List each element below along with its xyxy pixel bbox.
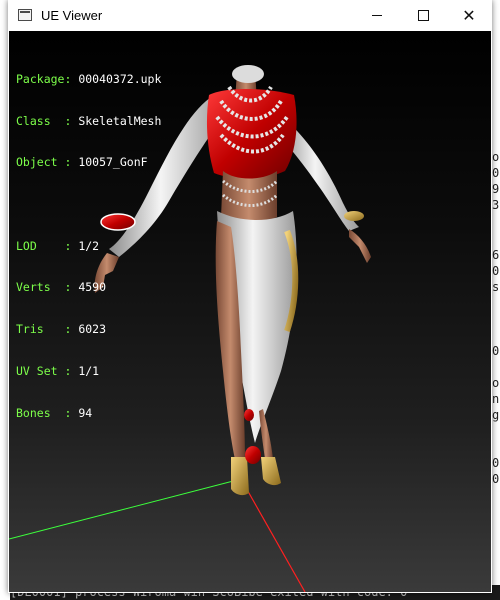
right-leg — [259, 409, 273, 459]
minimize-icon — [372, 15, 382, 17]
close-button[interactable]: ✕ — [446, 0, 492, 31]
console-fragment: 0 — [492, 472, 500, 486]
info-label: Bones : — [16, 405, 79, 420]
maximize-icon — [417, 10, 429, 22]
collar-piece — [232, 65, 264, 83]
left-sandal — [231, 457, 249, 496]
info-row: Bones : 94 — [16, 405, 161, 421]
right-bracelet — [344, 211, 364, 221]
red-ankle-ornament — [244, 409, 254, 421]
console-fragment: s — [492, 280, 500, 294]
app-window-icon — [18, 9, 32, 21]
console-fragment: 0 — [492, 344, 500, 358]
close-icon: ✕ — [462, 6, 476, 25]
info-value: 6023 — [78, 322, 107, 337]
info-value: 4590 — [78, 280, 107, 295]
console-fragment: n — [492, 392, 500, 406]
right-sandal — [261, 457, 281, 486]
title-bar[interactable]: UE Viewer ✕ — [8, 0, 492, 31]
info-label: Class : — [16, 113, 79, 128]
console-fragment: 0 — [492, 264, 500, 278]
info-label: Object : — [16, 155, 79, 170]
console-fragment: 0 — [492, 166, 500, 180]
console-fragment: 9 — [492, 182, 500, 196]
maximize-button[interactable] — [400, 0, 446, 31]
info-label: LOD : — [16, 238, 79, 253]
info-row: Tris : 6023 — [16, 322, 161, 337]
info-value: 1/1 — [78, 363, 100, 378]
info-label: UV Set : — [16, 363, 79, 378]
info-label: Verts : — [16, 280, 79, 295]
console-fragment: 3 — [492, 198, 500, 212]
console-fragment: o — [492, 150, 500, 164]
axis-x-line — [9, 478, 242, 540]
red-ankle-ornament — [245, 446, 261, 464]
axis-z-line — [240, 478, 306, 592]
info-label: Tris : — [16, 322, 79, 337]
info-row: LOD : 1/2 — [16, 238, 161, 254]
info-value: 94 — [78, 405, 93, 420]
3d-viewport[interactable]: Package: 00040372.upk Class : SkeletalMe… — [9, 31, 491, 592]
info-label: Package: — [16, 71, 79, 86]
console-fragment: 6 — [492, 248, 500, 262]
info-value: 00040372.upk — [78, 71, 162, 86]
console-fragment: 0 — [492, 456, 500, 470]
info-row: Verts : 4590 — [16, 280, 161, 295]
console-fragment: g — [492, 408, 500, 422]
midriff — [221, 171, 277, 223]
right-hand — [349, 229, 371, 263]
ue-viewer-window: UE Viewer ✕ Package: 00040372.upk Class … — [8, 0, 492, 593]
info-row: UV Set : 1/1 — [16, 363, 161, 379]
info-value: 10057_GonF — [78, 155, 148, 170]
info-row: Class : SkeletalMesh — [16, 113, 162, 129]
info-value: SkeletalMesh — [78, 113, 162, 128]
window-title: UE Viewer — [41, 8, 103, 23]
info-row: Package: 00040372.upk — [16, 71, 162, 87]
console-fragment: o — [492, 376, 500, 390]
info-value: 1/2 — [78, 238, 100, 253]
minimize-button[interactable] — [354, 0, 400, 31]
mesh-info-panel: Package: 00040372.upk Class : SkeletalMe… — [16, 45, 161, 448]
info-row: Object : 10057_GonF — [16, 155, 161, 170]
